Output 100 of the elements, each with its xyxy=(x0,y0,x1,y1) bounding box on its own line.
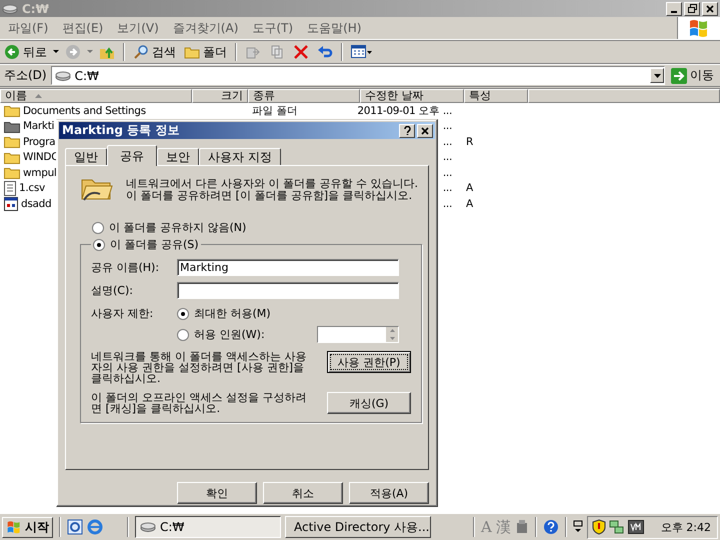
help-button[interactable] xyxy=(399,124,415,138)
address-field[interactable]: C:₩ xyxy=(50,66,665,85)
modified-date: ... xyxy=(442,182,452,194)
desktop-icon[interactable] xyxy=(67,519,83,535)
language-bar-icon[interactable] xyxy=(572,519,583,535)
restore-button[interactable] xyxy=(684,2,700,16)
minimize-icon xyxy=(671,10,677,12)
folder-icon xyxy=(4,150,20,164)
dialog-button[interactable]: 확인 xyxy=(177,482,257,504)
modified-date: ... xyxy=(442,136,452,148)
file-attributes: A xyxy=(466,182,473,194)
field-label: 설명(C): xyxy=(91,282,134,298)
dialog-title: Markting 등록 정보 xyxy=(62,122,180,139)
windows-logo-icon xyxy=(6,520,22,534)
restore-icon xyxy=(688,4,696,13)
dropdown-button[interactable] xyxy=(650,68,664,83)
address-label: 주소(D) xyxy=(4,67,47,84)
column-header[interactable]: 특성 xyxy=(464,89,528,103)
share-name-field[interactable]: Markting xyxy=(177,258,399,276)
radio-option[interactable]: 이 폴더를 공유하지 않음(N) xyxy=(92,220,418,235)
radio-option[interactable]: 허용 인원(W): xyxy=(177,327,265,342)
file-attributes: R xyxy=(466,136,473,148)
file-name[interactable]: Progra xyxy=(23,136,56,148)
delete-button[interactable] xyxy=(291,43,311,61)
folders-button[interactable]: 폴더 xyxy=(182,42,229,62)
tab[interactable]: 보안 xyxy=(157,148,199,165)
modified-date: 2011-09-01 오후 ... xyxy=(357,104,452,117)
radio-option[interactable]: 최대한 허용(M) xyxy=(177,306,271,321)
radio-option[interactable]: 이 폴더를 공유(S) xyxy=(93,237,199,252)
copy-icon xyxy=(269,44,285,60)
file-attributes: A xyxy=(466,198,473,210)
column-header[interactable]: 수정한 날짜 xyxy=(360,89,464,103)
dialog-button[interactable]: 취소 xyxy=(263,482,343,504)
file-name[interactable]: Documents and Settings xyxy=(23,104,146,117)
field-label: 공유 이름(H): xyxy=(91,260,160,274)
field-label: 사용자 제한: xyxy=(91,306,154,321)
shield-icon[interactable] xyxy=(592,519,606,535)
modified-date: ... xyxy=(442,120,452,132)
search-icon xyxy=(133,44,149,60)
file-name[interactable]: WINDC xyxy=(23,151,58,164)
vm-icon[interactable] xyxy=(628,520,644,534)
file-type: 파일 폴더 xyxy=(252,104,298,117)
close-icon xyxy=(706,4,714,12)
column-header[interactable]: 크기 xyxy=(192,89,248,103)
window-title: C:₩ xyxy=(22,2,49,16)
permissions-button[interactable]: 사용 권한(P) xyxy=(327,351,411,373)
close-button[interactable] xyxy=(702,2,718,16)
program-icon xyxy=(4,196,18,211)
modified-date: ... xyxy=(442,198,452,210)
taskbar-button[interactable]: Active Directory 사용... xyxy=(285,516,431,538)
go-arrow-icon xyxy=(671,68,687,84)
search-button[interactable]: 검색 xyxy=(131,42,178,62)
modified-date: ... xyxy=(442,166,452,179)
tab[interactable]: 일반 xyxy=(65,148,107,165)
drive-icon xyxy=(140,520,156,534)
undo-icon xyxy=(317,44,333,60)
file-name[interactable]: dsadd xyxy=(21,198,52,210)
dropdown-arrow-icon xyxy=(654,74,660,78)
caching-button[interactable]: 캐싱(G) xyxy=(327,392,411,414)
close-icon xyxy=(421,126,429,134)
menu-item[interactable]: 도구(T) xyxy=(252,20,294,36)
menu-item[interactable]: 즐겨찾기(A) xyxy=(172,20,238,36)
modified-date: ... xyxy=(442,151,452,164)
start-button[interactable]: 시작 xyxy=(2,516,53,538)
close-button[interactable] xyxy=(417,124,433,138)
menu-item[interactable]: 보기(V) xyxy=(117,20,159,36)
delete-icon xyxy=(293,44,309,60)
views-icon xyxy=(351,45,373,59)
file-name[interactable]: wmpul xyxy=(23,166,57,179)
dropdown-arrow-icon[interactable] xyxy=(53,50,59,54)
help-icon[interactable] xyxy=(542,519,559,535)
folder-icon xyxy=(4,135,20,148)
question-mark-icon xyxy=(404,126,410,135)
taskbar-button[interactable]: C:₩ xyxy=(135,516,281,538)
column-header[interactable]: 이름 xyxy=(0,89,192,103)
tab[interactable]: 사용자 지정 xyxy=(199,148,281,165)
menu-item[interactable]: 파일(F) xyxy=(8,20,48,36)
file-name[interactable]: Markti xyxy=(23,120,54,132)
column-header[interactable]: 종류 xyxy=(248,89,360,103)
tab[interactable]: 공유 xyxy=(107,145,157,166)
network-icon[interactable] xyxy=(608,519,625,535)
sort-arrow-icon xyxy=(35,94,42,98)
back-button[interactable]: 뒤로 xyxy=(2,42,49,62)
menu-item[interactable]: 도움말(H) xyxy=(307,20,362,36)
permissions-text: 네트워크를 통해 이 폴더를 액세스하는 사용자의 사용 권한을 설정하려면 [사용 권한]을 클릭하십시오. xyxy=(91,351,308,384)
file-name[interactable]: 1.csv xyxy=(19,182,45,194)
folder-icon xyxy=(4,166,20,180)
description-field[interactable] xyxy=(177,282,399,298)
dialog-button[interactable]: 적용(A) xyxy=(349,482,429,504)
minimize-button[interactable] xyxy=(666,2,682,16)
clock[interactable]: 오후 2:42 xyxy=(660,520,711,534)
drive-icon xyxy=(54,70,71,82)
browser-icon[interactable] xyxy=(87,519,103,535)
caching-text: 이 폴더의 오프라인 액세스 설정을 구성하려면 [캐싱]을 클릭하십시오. xyxy=(91,392,308,414)
intro-text: 네트워크에서 다른 사용자와 이 폴더를 공유할 수 있습니다. xyxy=(126,178,418,190)
go-button[interactable]: 이동 xyxy=(669,67,716,84)
ime-pad-icon[interactable] xyxy=(514,519,529,535)
text-file-icon xyxy=(4,180,16,196)
views-button[interactable] xyxy=(349,44,375,60)
menu-item[interactable]: 편집(E) xyxy=(62,20,104,36)
